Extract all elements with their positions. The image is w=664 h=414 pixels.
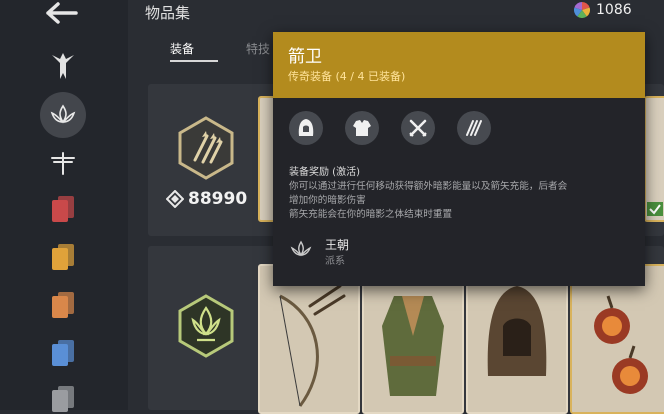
set-emblem-fleur [177,294,235,358]
equipment-card-hood[interactable] [466,264,568,414]
equipment-card-armor[interactable] [362,264,464,414]
card-front [52,200,68,222]
slot-tool [457,111,491,145]
hood-icon [468,266,566,412]
sidebar-item-blue-set[interactable] [52,340,74,366]
sidebar-item-red-set[interactable] [52,196,74,222]
arrows-slot-icon [466,120,482,136]
fleur-emblem-icon [178,294,234,358]
currency-display: 1086 [574,2,632,18]
arrows-emblem-icon [178,116,234,180]
slot-head [289,111,323,145]
sidebar-item-assassin[interactable] [40,43,86,89]
set-points: 88990 [166,189,247,209]
faction-name: 王朝 [325,238,350,252]
set-points-value: 88990 [188,189,248,209]
dragonfly-icon [51,152,75,175]
tab-equipment[interactable]: 装备 [170,40,194,57]
faction-type: 派系 [325,256,345,267]
sidebar-item-grey-set[interactable] [52,386,74,412]
equipment-card-bombs[interactable] [570,264,664,414]
set-bonus-line: 箭矢充能会在你的暗影之体结束时重置 [289,209,453,220]
tab-skills[interactable]: 特技 [246,40,270,57]
points-diamond-icon [166,190,184,208]
tooltip-header: 箭卫 传奇装备 (4 / 4 已装备) [273,32,645,98]
sidebar [0,0,128,412]
bombs-icon [572,266,664,412]
card-front [52,296,68,318]
currency-icon [574,2,590,18]
lotus-faction-icon [290,240,312,257]
armor-icon [364,266,462,412]
armor-slot-icon [353,120,371,136]
set-tooltip: 箭卫 传奇装备 (4 / 4 已装备) 装备奖励 (激活) 你可以通过进行任何移… [273,32,645,286]
set-bonus-description: 你可以通过进行任何移动获得额外暗影能量以及箭矢充能，后者会 增加你的暗影伤害 箭… [289,180,635,222]
equipment-card[interactable] [644,96,664,222]
set-bonus-line: 你可以通过进行任何移动获得额外暗影能量以及箭矢充能，后者会 [289,181,568,192]
currency-value: 1086 [596,2,632,18]
set-name: 箭卫 [288,47,322,67]
equipment-card-bow[interactable] [258,264,360,414]
set-emblem-arrows [177,116,235,180]
card-front [52,248,68,270]
hood-slot-icon [298,119,314,136]
sidebar-item-dragonfly[interactable] [40,140,86,186]
back-button[interactable] [44,0,80,26]
assassin-emblem-icon [52,53,74,79]
lotus-icon [50,104,76,124]
sidebar-item-dynasty[interactable] [40,92,86,138]
slot-weapon [401,111,435,145]
page-title: 物品集 [145,4,191,22]
set-bonus-title: 装备奖励 (激活) [289,167,360,178]
slot-body [345,111,379,145]
bow-icon [260,266,358,412]
tab-underline [170,60,218,62]
crossed-swords-slot-icon [409,119,427,137]
set-rarity: 传奇装备 (4 / 4 已装备) [288,70,406,83]
sidebar-item-yellow-set[interactable] [52,244,74,270]
sidebar-item-orange-set[interactable] [52,292,74,318]
set-bonus-line: 增加你的暗影伤害 [289,195,366,206]
back-arrow-icon [46,2,78,24]
card-front [52,390,68,412]
card-front [52,344,68,366]
check-icon [647,202,663,216]
